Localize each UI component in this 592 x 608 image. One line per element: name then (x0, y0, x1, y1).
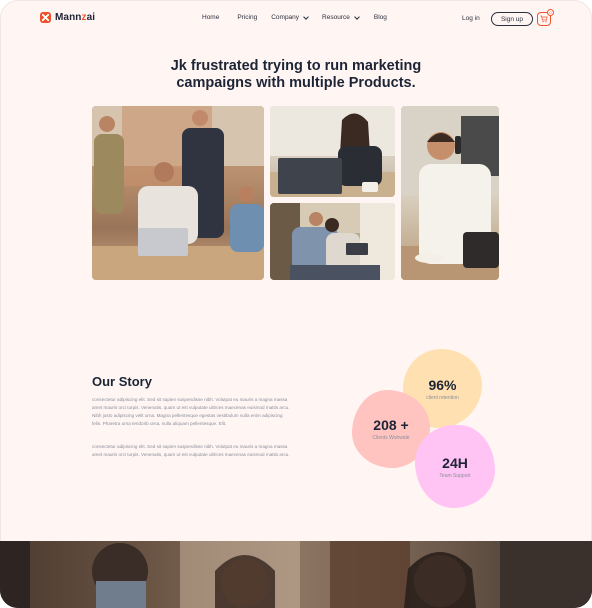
stat-value: 24H (442, 454, 468, 471)
top-navbar: Mannzai Home Pricing Company Resource Bl… (0, 0, 592, 40)
nav-item-pricing[interactable]: Pricing (237, 14, 257, 21)
team-photo-banner (0, 541, 592, 608)
couple-laptop-photo (270, 203, 395, 280)
story-heading: Our Story (92, 374, 152, 389)
stat-label: client retention (426, 394, 459, 401)
page-frame: Mannzai Home Pricing Company Resource Bl… (0, 0, 592, 608)
laughing-woman-laptop-photo (270, 106, 395, 197)
story-paragraph: consectetur adipiscing elit. Sed sit sap… (92, 397, 290, 426)
nav-item-company[interactable]: Company (271, 13, 309, 21)
stat-label: Team Support (439, 472, 471, 479)
cart-count-badge: 0 (547, 9, 554, 16)
nav-item-blog[interactable]: Blog (374, 14, 387, 21)
logo-text: Mannzai (55, 12, 96, 23)
chevron-down-icon (354, 13, 360, 20)
stat-label: Clients Wolrwide (372, 435, 410, 441)
logo[interactable]: Mannzai (40, 12, 95, 23)
hero-heading: Jk frustrated trying to run marketing ca… (170, 58, 422, 91)
main-menu: Home Pricing Company Resource Blog (202, 13, 387, 21)
team-meeting-photo (92, 106, 264, 280)
nav-item-resource[interactable]: Resource (322, 13, 360, 21)
cart-button[interactable]: 0 (537, 9, 554, 26)
cart-icon (540, 15, 548, 23)
stat-team-support: 24H Team Support (415, 425, 495, 508)
logo-icon (40, 12, 51, 23)
signup-button[interactable]: Sign up (491, 12, 533, 26)
login-link[interactable]: Log in (462, 15, 480, 22)
story-paragraph: consectetur adipiscing elit. Sed sit sap… (92, 444, 290, 457)
chevron-down-icon (303, 13, 309, 20)
stat-value: 96% (428, 376, 457, 393)
nav-item-home[interactable]: Home (202, 14, 219, 21)
stat-value: 208 + (373, 417, 409, 433)
man-on-phone-photo (401, 106, 499, 280)
